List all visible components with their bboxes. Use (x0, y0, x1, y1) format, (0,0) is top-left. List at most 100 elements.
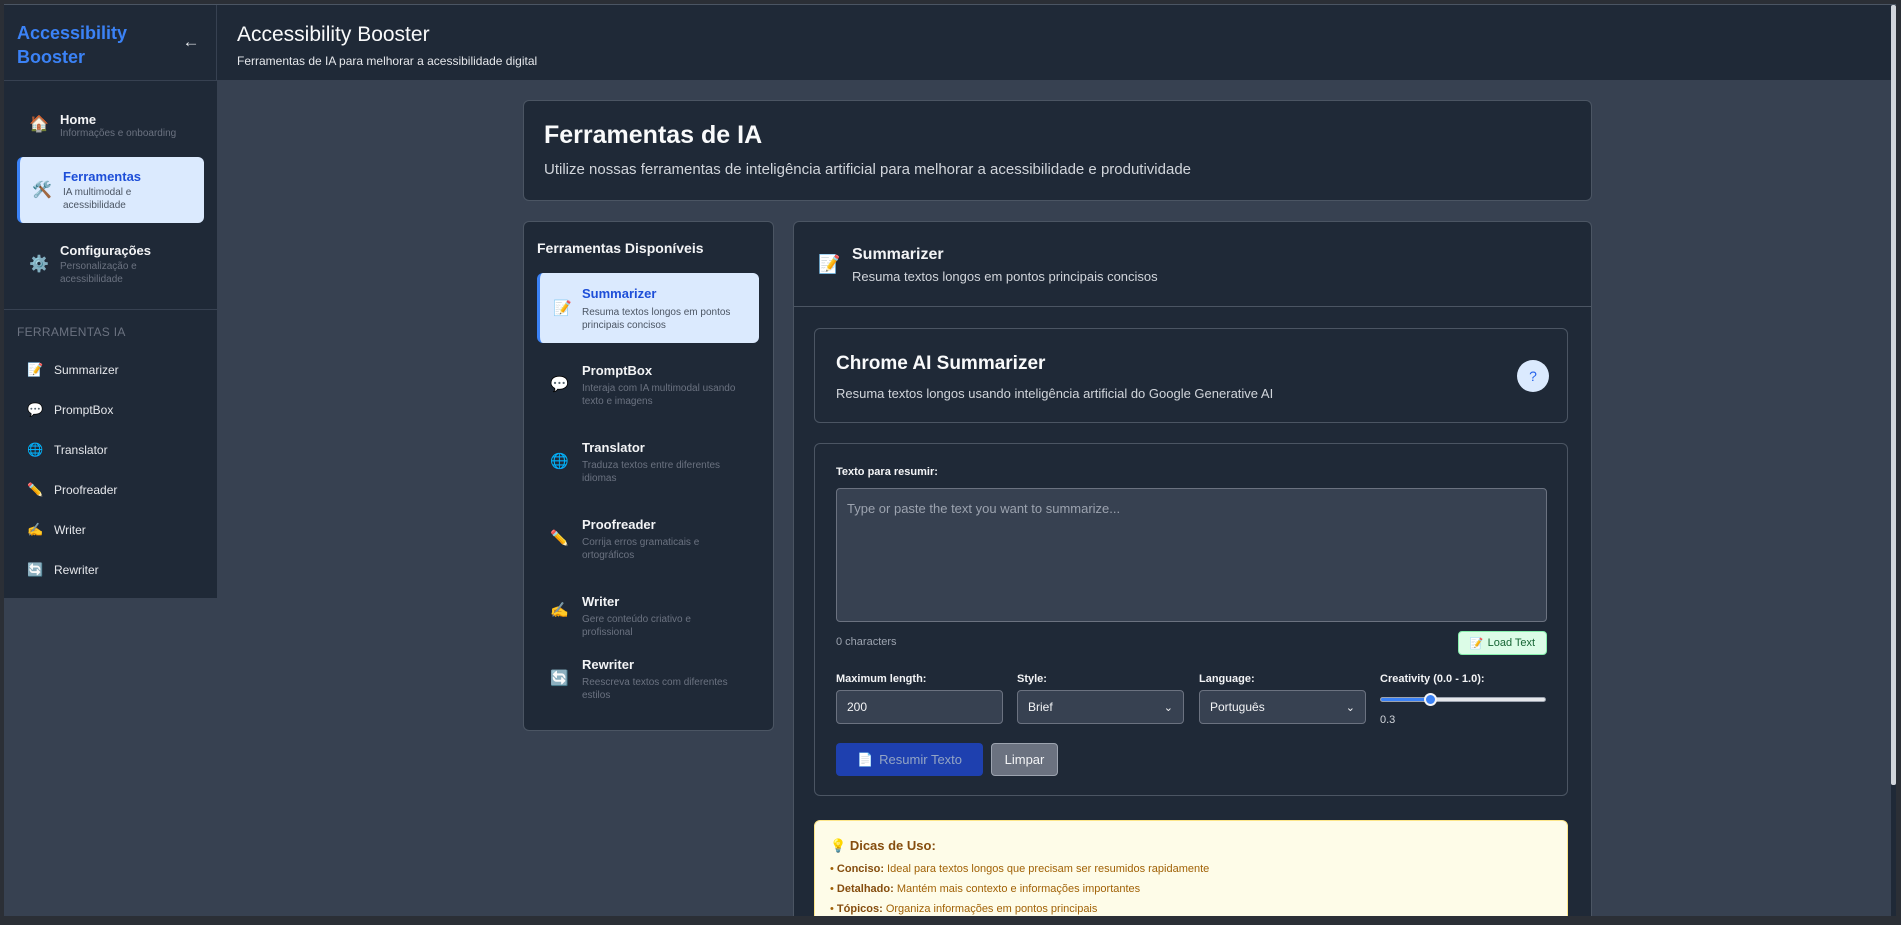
sidebar-tool-label: PromptBox (54, 403, 114, 417)
help-button[interactable]: ? (1517, 360, 1549, 392)
refresh-icon: 🔄 (550, 670, 569, 687)
gear-icon: ⚙️ (29, 256, 49, 273)
language-label: Language: (1199, 673, 1255, 685)
summarizer-form-card: Texto para resumir: 0 characters 📝 Load … (814, 443, 1568, 796)
app-window: Accessibility Booster ← Accessibility Bo… (4, 4, 1896, 916)
page-title: Ferramentas de IA (544, 121, 763, 149)
sidebar-tool-rewriter[interactable]: 🔄 Rewriter (27, 558, 99, 582)
max-length-input[interactable]: 200 (836, 690, 1003, 724)
creativity-value: 0.3 (1380, 714, 1396, 726)
tool-card-subtitle: Resuma textos longos em pontos principai… (582, 307, 731, 331)
sidebar-tool-promptbox[interactable]: 💬 PromptBox (27, 398, 113, 422)
scrollbar-thumb[interactable] (1891, 5, 1896, 785)
brand-area: Accessibility Booster ← (4, 5, 217, 81)
summarize-button-label: Resumir Texto (879, 752, 963, 767)
text-to-summarize-input[interactable] (836, 488, 1547, 622)
sidebar-tool-label: Writer (54, 523, 86, 537)
tool-card-title: Summarizer (582, 286, 657, 301)
tool-card-title: PromptBox (582, 363, 653, 378)
home-icon: 🏠 (29, 116, 49, 133)
sidebar-item-subtitle: Informações e onboarding (60, 128, 177, 139)
usage-tips-card: 💡 Dicas de Uso: • Conciso: Ideal para te… (814, 820, 1568, 916)
language-select[interactable]: Português ⌄ (1199, 690, 1366, 724)
sidebar-divider (4, 309, 217, 310)
max-length-label: Maximum length: (836, 673, 927, 685)
hero-card: Ferramentas de IA Utilize nossas ferrame… (523, 100, 1592, 201)
summarizer-panel: 📝 Summarizer Resuma textos longos em pon… (793, 221, 1592, 916)
tool-card-title: Writer (582, 594, 620, 609)
refresh-icon: 🔄 (27, 562, 44, 577)
document-icon: 📄 (856, 751, 874, 767)
style-selected-value: Brief (1028, 700, 1053, 714)
summarizer-icon: 📝 (553, 300, 572, 317)
summarizer-card-title: Chrome AI Summarizer (836, 353, 1046, 374)
sidebar-tool-proofreader[interactable]: ✏️ Proofreader (27, 478, 117, 502)
language-selected-value: Português (1210, 700, 1265, 714)
pencil-icon: ✏️ (550, 530, 569, 547)
header-subtitle: Ferramentas de IA para melhorar a acessi… (237, 54, 538, 68)
tool-card-subtitle: Traduza textos entre diferentes idiomas (582, 460, 721, 484)
sidebar-item-configuracoes[interactable]: ⚙️ Configurações Personalização e acessi… (17, 229, 204, 297)
tip-item: • Detalhado: Mantém mais contexto e info… (830, 883, 1141, 895)
tool-card-title: Rewriter (582, 657, 635, 672)
sidebar-item-title: Configurações (60, 243, 152, 258)
tool-card-proofreader[interactable]: ✏️ Proofreader Corrija erros gramaticais… (537, 505, 759, 575)
tools-icon: 🛠️ (32, 182, 52, 199)
sidebar-item-subtitle: IA multimodal e acessibilidade (63, 187, 132, 211)
text-input-label: Texto para resumir: (836, 466, 938, 478)
top-header: Accessibility Booster ← Accessibility Bo… (4, 5, 1896, 81)
summarizer-info-card: Chrome AI Summarizer Resuma textos longo… (814, 328, 1568, 423)
tool-card-promptbox[interactable]: 💬 PromptBox Interaja com IA multimodal u… (537, 351, 759, 421)
tool-card-subtitle: Reescreva textos com diferentes estilos (582, 677, 728, 701)
summarize-button[interactable]: 📄 Resumir Texto (836, 743, 983, 776)
pencil-icon: ✏️ (27, 482, 44, 497)
summarizer-icon: 📝 (818, 254, 841, 274)
tip-item: • Conciso: Ideal para textos longos que … (830, 863, 1210, 875)
sidebar-tool-translator[interactable]: 🌐 Translator (27, 438, 108, 462)
tool-card-title: Translator (582, 440, 645, 455)
load-text-button[interactable]: 📝 Load Text (1458, 631, 1547, 655)
load-text-label: Load Text (1487, 637, 1536, 649)
lightbulb-icon: 💡 (830, 838, 847, 853)
sidebar-section-title: FERRAMENTAS IA (17, 325, 126, 339)
chevron-down-icon: ⌄ (1163, 701, 1173, 714)
sidebar-item-title: Ferramentas (63, 169, 142, 184)
summarizer-card-subtitle: Resuma textos longos usando inteligência… (836, 386, 1274, 401)
creativity-slider[interactable] (1380, 693, 1546, 706)
tools-list-heading: Ferramentas Disponíveis (537, 240, 704, 256)
sidebar-tool-summarizer[interactable]: 📝 Summarizer (27, 358, 119, 382)
chevron-down-icon: ⌄ (1345, 701, 1355, 714)
globe-icon: 🌐 (27, 442, 44, 457)
style-select[interactable]: Brief ⌄ (1017, 690, 1184, 724)
style-label: Style: (1017, 673, 1047, 685)
brand-logo-text[interactable]: Accessibility Booster (17, 21, 157, 69)
sidebar-item-home[interactable]: 🏠 Home Informações e onboarding (17, 91, 204, 153)
tips-title: 💡 Dicas de Uso: (830, 838, 936, 853)
character-count: 0 characters (836, 636, 897, 648)
tip-item: • Tópicos: Organiza informações em ponto… (830, 903, 1098, 915)
document-icon: 📝 (1469, 637, 1484, 650)
sidebar-tool-label: Proofreader (54, 483, 118, 497)
tool-card-summarizer[interactable]: 📝 Summarizer Resuma textos longos em pon… (537, 273, 759, 343)
tool-card-rewriter[interactable]: 🔄 Rewriter Reescreva textos com diferent… (537, 645, 759, 715)
collapse-sidebar-button[interactable]: ← (180, 31, 202, 53)
tool-card-title: Proofreader (582, 517, 656, 532)
tool-card-subtitle: Gere conteúdo criativo e profissional (582, 614, 691, 638)
sidebar-item-ferramentas[interactable]: 🛠️ Ferramentas IA multimodal e acessibil… (17, 157, 204, 223)
panel-title: Summarizer (852, 246, 944, 263)
sidebar: 🏠 Home Informações e onboarding 🛠️ Ferra… (4, 81, 217, 598)
tools-list-card: Ferramentas Disponíveis 📝 Summarizer Res… (523, 221, 774, 731)
tool-card-writer[interactable]: ✍️ Writer Gere conteúdo criativo e profi… (537, 582, 759, 638)
sidebar-tool-writer[interactable]: ✍️ Writer (27, 518, 86, 542)
sidebar-tool-label: Rewriter (54, 563, 99, 577)
clear-button[interactable]: Limpar (991, 743, 1058, 776)
sidebar-tool-label: Summarizer (54, 363, 119, 377)
page-scrollbar[interactable] (1891, 5, 1896, 916)
tool-card-translator[interactable]: 🌐 Translator Traduza textos entre difere… (537, 428, 759, 498)
page-subtitle: Utilize nossas ferramentas de inteligênc… (544, 161, 1192, 178)
header-title: Accessibility Booster (237, 23, 430, 46)
chat-bubble-icon: 💬 (550, 376, 569, 393)
creativity-slider-thumb[interactable] (1424, 693, 1438, 706)
writing-hand-icon: ✍️ (550, 602, 569, 619)
panel-subtitle: Resuma textos longos em pontos principai… (852, 269, 1158, 284)
